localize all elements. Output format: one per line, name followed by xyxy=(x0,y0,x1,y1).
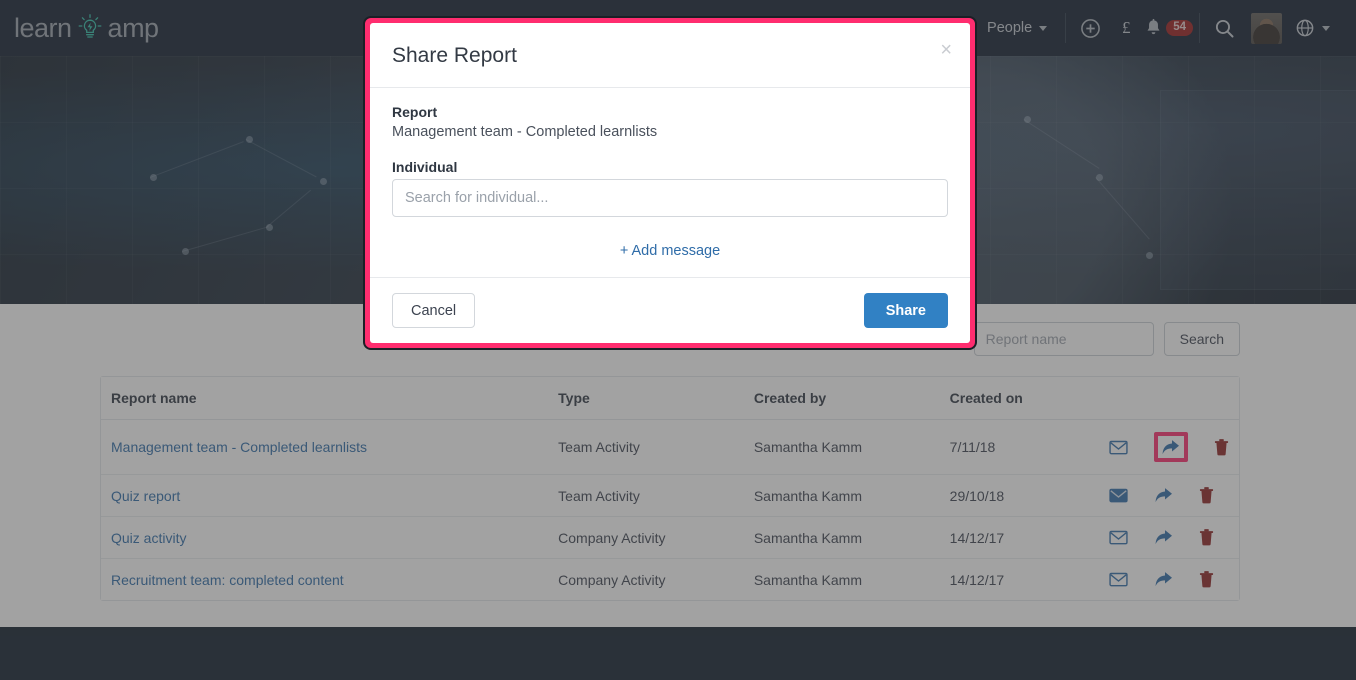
report-label: Report xyxy=(392,104,438,120)
share-button[interactable]: Share xyxy=(863,293,948,328)
close-icon[interactable]: × xyxy=(940,40,952,60)
individual-label: Individual xyxy=(392,159,458,175)
modal-title: Share Report xyxy=(392,44,517,67)
modal-body: Report Management team - Completed learn… xyxy=(370,88,970,277)
share-report-modal: Share Report × Report Management team - … xyxy=(370,23,970,343)
add-message-link[interactable]: + Add message xyxy=(392,243,948,259)
report-value: Management team - Completed learnlists xyxy=(392,124,658,140)
individual-search-input[interactable] xyxy=(392,179,948,217)
modal-footer: Cancel Share xyxy=(370,277,970,343)
modal-header: Share Report × xyxy=(370,23,970,88)
share-report-modal-highlight: Share Report × Report Management team - … xyxy=(365,18,975,348)
cancel-button[interactable]: Cancel xyxy=(392,293,476,328)
app-root: Search Report name Type Created by Creat… xyxy=(0,0,1356,680)
